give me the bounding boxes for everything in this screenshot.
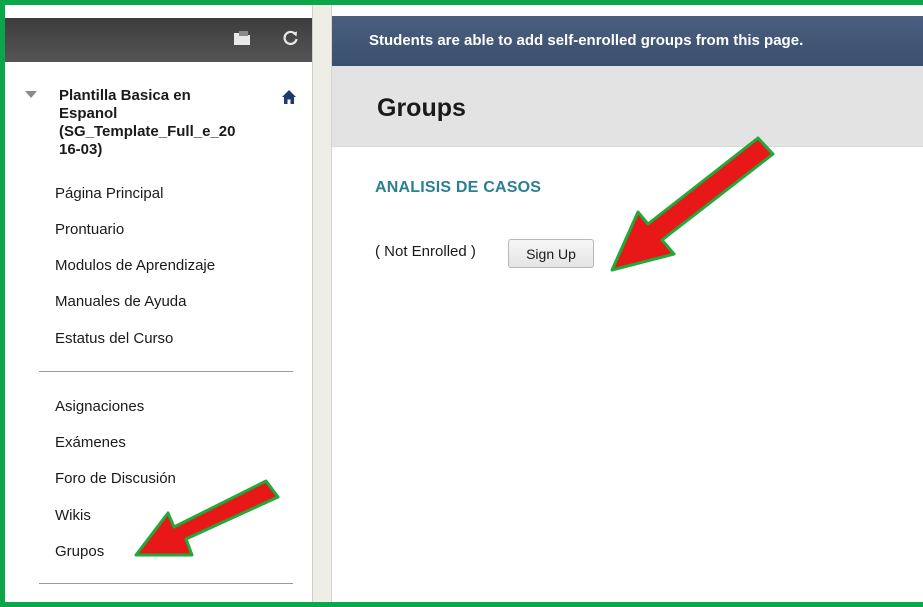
enrollment-status: ( Not Enrolled ) <box>375 243 476 260</box>
course-title-line: 16-03) <box>59 141 103 158</box>
sidebar-resize-handle[interactable] <box>313 5 332 607</box>
sidebar-divider <box>39 371 293 372</box>
sidebar-divider <box>39 583 293 584</box>
collapse-caret-icon[interactable] <box>25 91 37 98</box>
group-name-link[interactable]: ANALISIS DE CASOS <box>375 179 541 197</box>
sidebar-item-wikis[interactable]: Wikis <box>55 507 91 525</box>
course-title[interactable]: Plantilla Basica en Espanol (SG_Template… <box>59 87 259 159</box>
red-arrow-icon <box>610 136 775 272</box>
course-title-line: Espanol <box>59 105 118 122</box>
sidebar-item-examenes[interactable]: Exámenes <box>55 434 126 452</box>
course-title-line: (SG_Template_Full_e_20 <box>59 123 236 140</box>
home-icon[interactable] <box>281 89 297 105</box>
refresh-icon[interactable] <box>281 30 301 50</box>
course-title-line: Plantilla Basica en <box>59 87 191 104</box>
sign-up-button[interactable]: Sign Up <box>508 239 594 268</box>
sidebar-item-pagina-principal[interactable]: Página Principal <box>55 185 163 203</box>
sidebar-item-asignaciones[interactable]: Asignaciones <box>55 398 144 416</box>
sidebar-item-prontuario[interactable]: Prontuario <box>55 221 124 239</box>
folder-icon[interactable] <box>232 30 252 50</box>
page-title: Groups <box>377 94 466 122</box>
info-banner: Students are able to add self-enrolled g… <box>332 16 923 66</box>
sidebar-item-manuales[interactable]: Manuales de Ayuda <box>55 293 187 311</box>
sidebar-toolbar <box>5 18 312 62</box>
sidebar-item-modulos[interactable]: Modulos de Aprendizaje <box>55 257 215 275</box>
sidebar-item-estatus[interactable]: Estatus del Curso <box>55 330 173 348</box>
sidebar-item-grupos[interactable]: Grupos <box>55 543 104 561</box>
red-arrow-icon <box>134 479 280 557</box>
